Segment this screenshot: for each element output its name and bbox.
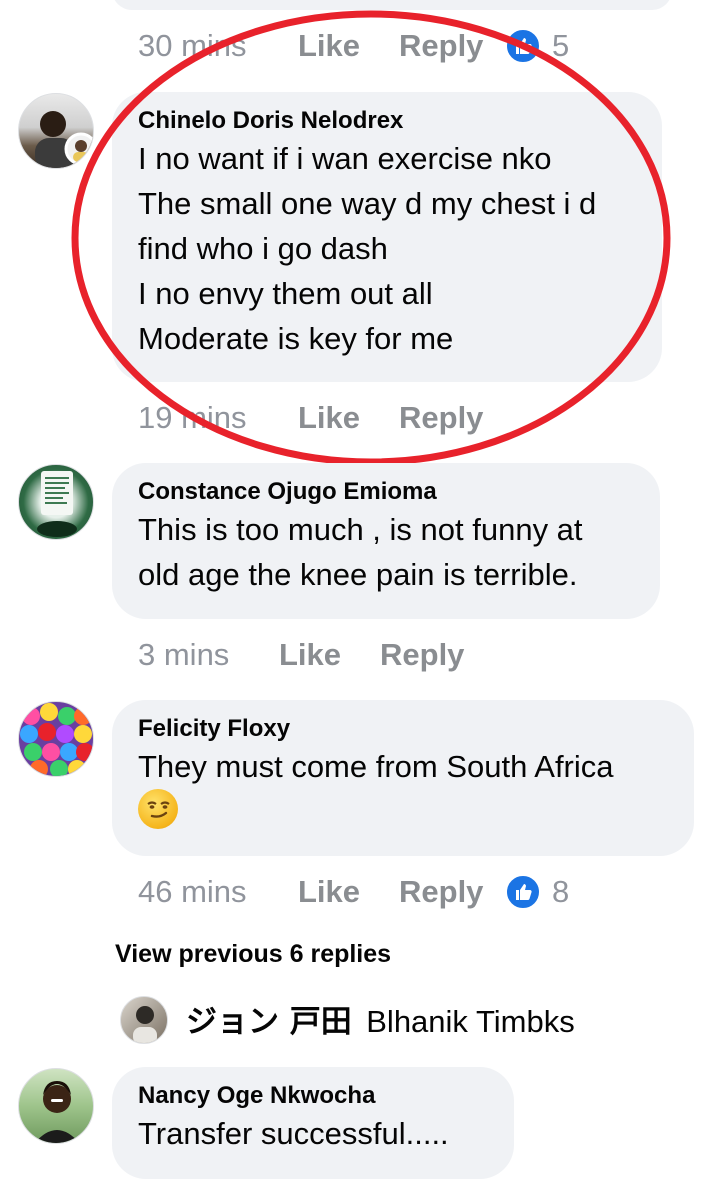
like-button[interactable]: Like [298,870,360,914]
comment-bubble: Felicity Floxy They must come from South… [112,700,694,856]
like-button[interactable]: Like [279,633,341,677]
comment-meta: 46 mins Like Reply [138,870,678,914]
avatar[interactable] [18,464,94,540]
comment-bubble: Nancy Oge Nkwocha Transfer successful...… [112,1067,514,1179]
reply-avatar[interactable] [120,996,168,1044]
comment-bubble: Constance Ojugo Emioma This is too much … [112,463,660,619]
comment-author[interactable]: Felicity Floxy [138,714,668,744]
reply-button[interactable]: Reply [380,633,464,677]
avatar[interactable] [18,701,94,777]
smirk-emoji-icon [138,789,178,829]
comment-text: They must come from South Africa [138,749,614,784]
view-previous-replies-link[interactable]: View previous 6 replies [115,940,391,969]
timestamp: 3 mins [138,637,230,672]
reply-button[interactable]: Reply [399,870,483,914]
comment-meta: 3 mins Like Reply [138,633,678,677]
like-reaction-icon[interactable] [505,874,541,910]
timestamp: 46 mins [138,874,247,909]
highlight-circle [71,10,671,466]
reply-text: Blhanik Timbks [366,1004,575,1039]
comment-author[interactable]: Nancy Oge Nkwocha [138,1081,488,1111]
avatar[interactable] [18,1068,94,1144]
reply-preview[interactable]: ジョン 戸田 Blhanik Timbks [186,1000,575,1044]
comment-author[interactable]: Constance Ojugo Emioma [138,477,634,507]
reply-author: ジョン 戸田 [186,1004,352,1040]
comment-text: This is too much , is not funny at old a… [138,512,583,592]
comment-text: Transfer successful..... [138,1116,449,1151]
